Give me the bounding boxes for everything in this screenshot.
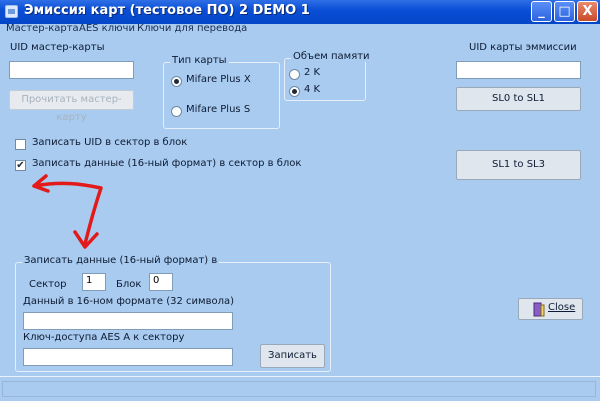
close-button[interactable]: Close [518, 298, 583, 320]
hex-data-input[interactable] [23, 312, 233, 330]
status-panel [2, 381, 596, 397]
write-data-group-title: Записать данные (16-ный формат) в [22, 255, 220, 266]
aes-key-label: Ключ-доступа AES A к сектору [23, 332, 185, 343]
aes-key-input[interactable] [23, 348, 233, 366]
block-input[interactable]: 0 [149, 273, 173, 291]
block-label: Блок [116, 279, 142, 290]
write-button[interactable]: Записать [260, 344, 325, 368]
sector-input[interactable]: 1 [82, 273, 106, 291]
sector-label: Сектор [29, 279, 67, 290]
close-button-label: Close [548, 302, 576, 313]
hex-data-label: Данный в 16-ном формате (32 символа) [23, 296, 234, 307]
app-window: Эмиссия карт (тестовое ПО) 2 DEMO 1 _ □ … [0, 0, 600, 401]
status-bar [0, 376, 600, 401]
door-icon [533, 302, 545, 317]
